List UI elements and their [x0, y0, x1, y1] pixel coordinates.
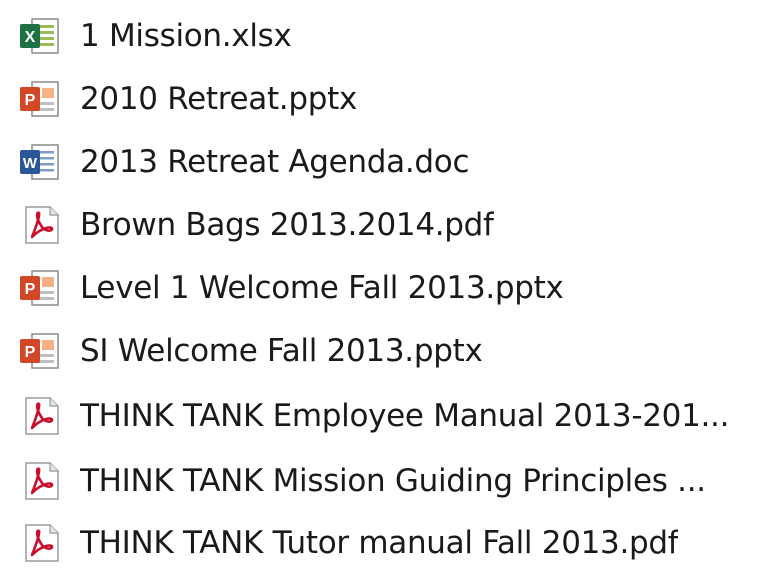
svg-text:P: P	[25, 344, 36, 361]
svg-text:P: P	[25, 281, 36, 298]
file-name: THINK TANK Employee Manual 2013-201...	[80, 398, 730, 434]
file-name: 2010 Retreat.pptx	[80, 81, 358, 117]
file-item-level-1-welcome-pptx[interactable]: P Level 1 Welcome Fall 2013.pptx	[14, 262, 774, 314]
file-name: SI Welcome Fall 2013.pptx	[80, 333, 483, 369]
file-name: Brown Bags 2013.2014.pdf	[80, 207, 494, 243]
pdf-file-icon	[14, 205, 66, 245]
file-name: THINK TANK Tutor manual Fall 2013.pdf	[80, 525, 679, 561]
file-item-brown-bags-pdf[interactable]: Brown Bags 2013.2014.pdf	[14, 199, 774, 251]
word-file-icon: W	[14, 142, 66, 182]
pdf-file-icon	[14, 523, 66, 563]
pdf-file-icon	[14, 461, 66, 501]
file-name: THINK TANK Mission Guiding Principles ..…	[80, 463, 706, 499]
svg-text:W: W	[23, 155, 38, 172]
file-item-mission-guiding-principles-pdf[interactable]: THINK TANK Mission Guiding Principles ..…	[14, 455, 774, 507]
powerpoint-file-icon: P	[14, 268, 66, 308]
powerpoint-file-icon: P	[14, 331, 66, 371]
svg-text:P: P	[25, 92, 36, 109]
file-item-2010-retreat-pptx[interactable]: P 2010 Retreat.pptx	[14, 73, 774, 125]
file-item-tutor-manual-pdf[interactable]: THINK TANK Tutor manual Fall 2013.pdf	[14, 517, 774, 569]
file-item-1-mission-xlsx[interactable]: X 1 Mission.xlsx	[14, 10, 774, 62]
file-list: X 1 Mission.xlsx P 2010 Retreat.pptx W 2…	[0, 0, 780, 569]
file-name: Level 1 Welcome Fall 2013.pptx	[80, 270, 564, 306]
powerpoint-file-icon: P	[14, 79, 66, 119]
svg-text:X: X	[25, 29, 36, 46]
file-name: 2013 Retreat Agenda.doc	[80, 144, 470, 180]
file-item-si-welcome-pptx[interactable]: P SI Welcome Fall 2013.pptx	[14, 325, 774, 377]
excel-file-icon: X	[14, 16, 66, 56]
pdf-file-icon	[14, 396, 66, 436]
file-item-employee-manual-pdf[interactable]: THINK TANK Employee Manual 2013-201...	[14, 390, 774, 442]
file-name: 1 Mission.xlsx	[80, 18, 292, 54]
file-item-2013-retreat-agenda-doc[interactable]: W 2013 Retreat Agenda.doc	[14, 136, 774, 188]
